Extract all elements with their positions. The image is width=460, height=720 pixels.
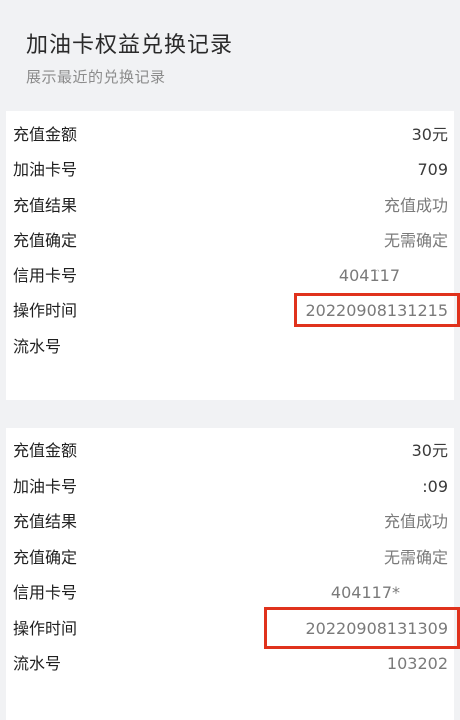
redaction-mark: ˜` bbox=[373, 270, 381, 280]
row-result: 充值结果 充值成功 bbox=[6, 194, 454, 218]
record-card: 充值金额 30元 加油卡号 :09 充值结果 充值成功 充值确定 无需确定 信用… bbox=[6, 428, 454, 720]
serial-label: 流水号 bbox=[13, 337, 62, 356]
amount-label: 充值金额 bbox=[13, 125, 78, 144]
amount-value: 30元 bbox=[411, 441, 448, 460]
row-card-number: 加油卡号 709 bbox=[6, 158, 454, 182]
credit-card-label: 信用卡号 bbox=[13, 583, 78, 602]
card-number-label: 加油卡号 bbox=[13, 477, 78, 496]
confirm-label: 充值确定 bbox=[13, 231, 78, 250]
serial-label: 流水号 bbox=[13, 654, 62, 673]
row-amount: 充值金额 30元 bbox=[6, 123, 454, 147]
card-number-label: 加油卡号 bbox=[13, 160, 78, 179]
page-header: 加油卡权益兑换记录 展示最近的兑换记录 bbox=[0, 0, 460, 106]
row-confirm: 充值确定 无需确定 bbox=[6, 546, 454, 570]
result-value: 充值成功 bbox=[383, 512, 448, 531]
row-serial: 流水号 103202 bbox=[6, 652, 454, 676]
amount-value: 30元 bbox=[411, 125, 448, 144]
serial-value: 103202 bbox=[386, 654, 448, 673]
result-value: 充值成功 bbox=[383, 196, 448, 215]
card-number-value: :09 bbox=[422, 477, 448, 496]
row-result: 充值结果 充值成功 bbox=[6, 510, 454, 534]
row-credit-card: 信用卡号 404117 bbox=[6, 264, 454, 288]
amount-label: 充值金额 bbox=[13, 441, 78, 460]
card-number-value: 709 bbox=[417, 160, 448, 179]
credit-card-value: 404117 bbox=[338, 266, 400, 285]
confirm-value: 无需确定 bbox=[383, 231, 448, 250]
result-label: 充值结果 bbox=[13, 196, 78, 215]
op-time-label: 操作时间 bbox=[13, 301, 78, 320]
page-subtitle: 展示最近的兑换记录 bbox=[26, 68, 166, 86]
page-title: 加油卡权益兑换记录 bbox=[26, 33, 234, 58]
confirm-label: 充值确定 bbox=[13, 548, 78, 567]
highlight-box bbox=[264, 607, 460, 649]
result-label: 充值结果 bbox=[13, 512, 78, 531]
row-confirm: 充值确定 无需确定 bbox=[6, 229, 454, 253]
highlight-box bbox=[294, 293, 460, 327]
row-serial: 流水号 bbox=[6, 335, 454, 359]
row-credit-card: 信用卡号 404117* bbox=[6, 581, 454, 605]
row-card-number: 加油卡号 :09 bbox=[6, 475, 454, 499]
confirm-value: 无需确定 bbox=[383, 548, 448, 567]
credit-card-value: 404117* bbox=[330, 583, 400, 602]
row-amount: 充值金额 30元 bbox=[6, 439, 454, 463]
record-card: 充值金额 30元 加油卡号 709 充值结果 充值成功 充值确定 无需确定 信用… bbox=[6, 111, 454, 400]
credit-card-label: 信用卡号 bbox=[13, 266, 78, 285]
op-time-label: 操作时间 bbox=[13, 619, 78, 638]
